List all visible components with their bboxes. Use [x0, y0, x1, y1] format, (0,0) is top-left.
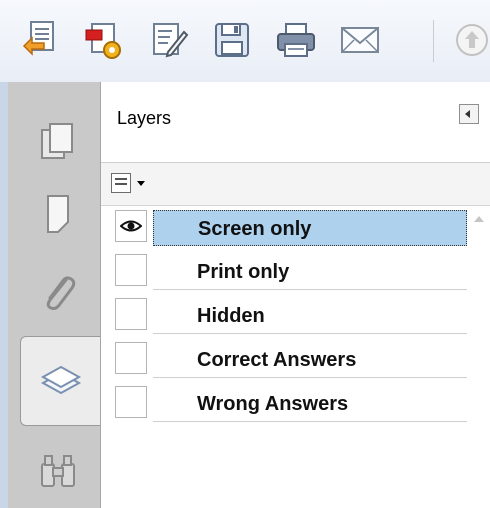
layers-nav-button[interactable]	[20, 336, 107, 426]
search-button[interactable]	[18, 434, 98, 506]
layer-list: Screen only Print only Hidden Correct An…	[101, 206, 467, 426]
binoculars-icon	[41, 455, 75, 487]
pages-icon	[41, 123, 73, 159]
layer-row[interactable]: Print only	[101, 250, 467, 294]
email-icon	[341, 27, 379, 53]
save-icon	[215, 23, 249, 57]
upload-icon	[456, 24, 488, 56]
visibility-toggle[interactable]	[115, 342, 147, 374]
bookmarks-button[interactable]	[18, 178, 98, 250]
toolbar-separator	[433, 20, 434, 62]
attachments-button[interactable]	[18, 256, 98, 328]
caret-down-icon	[137, 181, 145, 186]
create-pdf-button[interactable]	[18, 18, 62, 62]
print-icon	[277, 23, 315, 57]
edit-document-button[interactable]	[146, 18, 190, 62]
layer-row[interactable]: Correct Answers	[101, 338, 467, 382]
layer-name[interactable]: Correct Answers	[153, 342, 467, 378]
scroll-up-arrow-icon[interactable]	[474, 216, 484, 222]
layer-name[interactable]: Print only	[153, 254, 467, 290]
settings-document-icon	[85, 23, 121, 59]
window-frame	[0, 82, 8, 508]
pages-button[interactable]	[18, 106, 98, 178]
bookmark-icon	[47, 195, 69, 233]
attachment-icon	[46, 276, 76, 310]
layer-row[interactable]: Wrong Answers	[101, 382, 467, 426]
visibility-toggle[interactable]	[115, 386, 147, 418]
list-options-icon	[111, 173, 131, 193]
visibility-toggle[interactable]	[115, 298, 147, 330]
options-toolbar	[101, 163, 490, 206]
visibility-toggle[interactable]	[115, 210, 147, 242]
navigation-pane	[8, 82, 107, 508]
layer-name[interactable]: Hidden	[153, 298, 467, 334]
layers-icon	[40, 365, 82, 395]
layer-name[interactable]: Screen only	[153, 210, 467, 246]
upload-button[interactable]	[450, 18, 490, 62]
layer-row[interactable]: Screen only	[101, 206, 467, 250]
collapse-panel-button[interactable]	[459, 104, 479, 124]
scrollbar[interactable]	[469, 206, 490, 506]
visibility-toggle[interactable]	[115, 254, 147, 286]
panel-title: Layers	[117, 108, 172, 128]
create-pdf-icon	[22, 21, 54, 56]
options-button[interactable]	[111, 173, 151, 195]
print-button[interactable]	[274, 18, 318, 62]
save-button[interactable]	[210, 18, 254, 62]
eye-icon	[120, 220, 142, 232]
layer-row[interactable]: Hidden	[101, 294, 467, 338]
email-button[interactable]	[338, 18, 382, 62]
edit-document-icon	[153, 23, 189, 58]
settings-document-button[interactable]	[82, 18, 126, 62]
toolbar	[0, 0, 490, 83]
layers-panel: Layers Screen only Print only Hidden Cor…	[100, 82, 490, 508]
layer-name[interactable]: Wrong Answers	[153, 386, 467, 422]
